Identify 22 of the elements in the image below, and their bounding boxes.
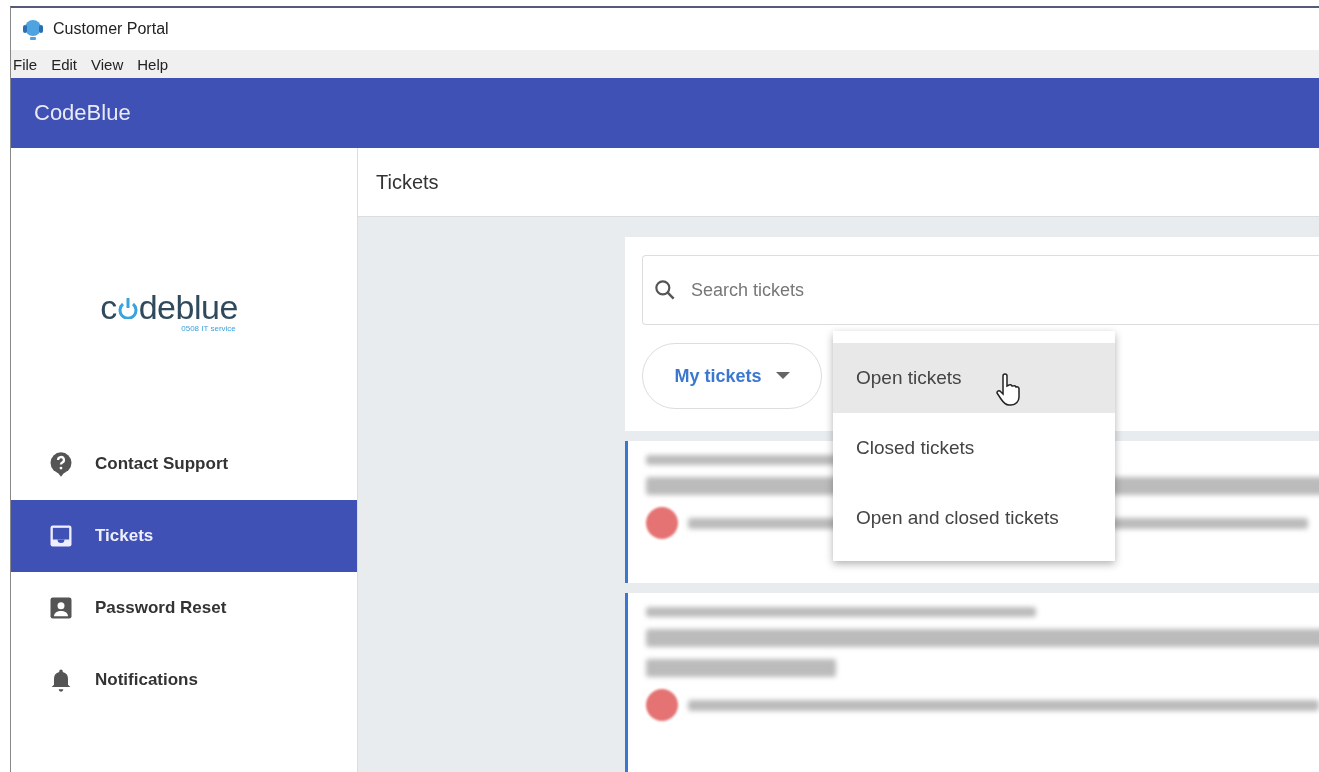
ticket-card[interactable] <box>625 593 1319 772</box>
window-title: Customer Portal <box>53 20 169 38</box>
headset-icon <box>21 17 45 41</box>
menu-item[interactable]: File <box>11 55 40 73</box>
avatar-icon <box>646 689 678 721</box>
search-field[interactable]: Search tickets <box>642 255 1319 325</box>
logo-tagline: 0508 IT service <box>181 323 236 333</box>
caret-icon <box>775 372 790 380</box>
menu-option[interactable]: Closed tickets <box>833 413 1115 483</box>
page-title: Tickets <box>376 170 439 194</box>
menu-option[interactable]: Open tickets <box>833 343 1115 413</box>
logo-text: c <box>100 289 117 324</box>
logo-text: deblue <box>138 289 238 324</box>
menu-item[interactable]: Edit <box>49 55 80 73</box>
sidebar-item[interactable]: Tickets <box>11 500 357 572</box>
menu-item[interactable]: View <box>89 55 126 73</box>
app-title: CodeBlue <box>34 100 131 126</box>
menu-option[interactable]: Open and closed tickets <box>833 483 1115 553</box>
filter-dropdown[interactable]: My tickets <box>642 343 822 409</box>
menu-item[interactable]: Help <box>135 55 171 73</box>
avatar-icon <box>646 507 678 539</box>
pointer-hand-icon <box>995 373 1021 407</box>
